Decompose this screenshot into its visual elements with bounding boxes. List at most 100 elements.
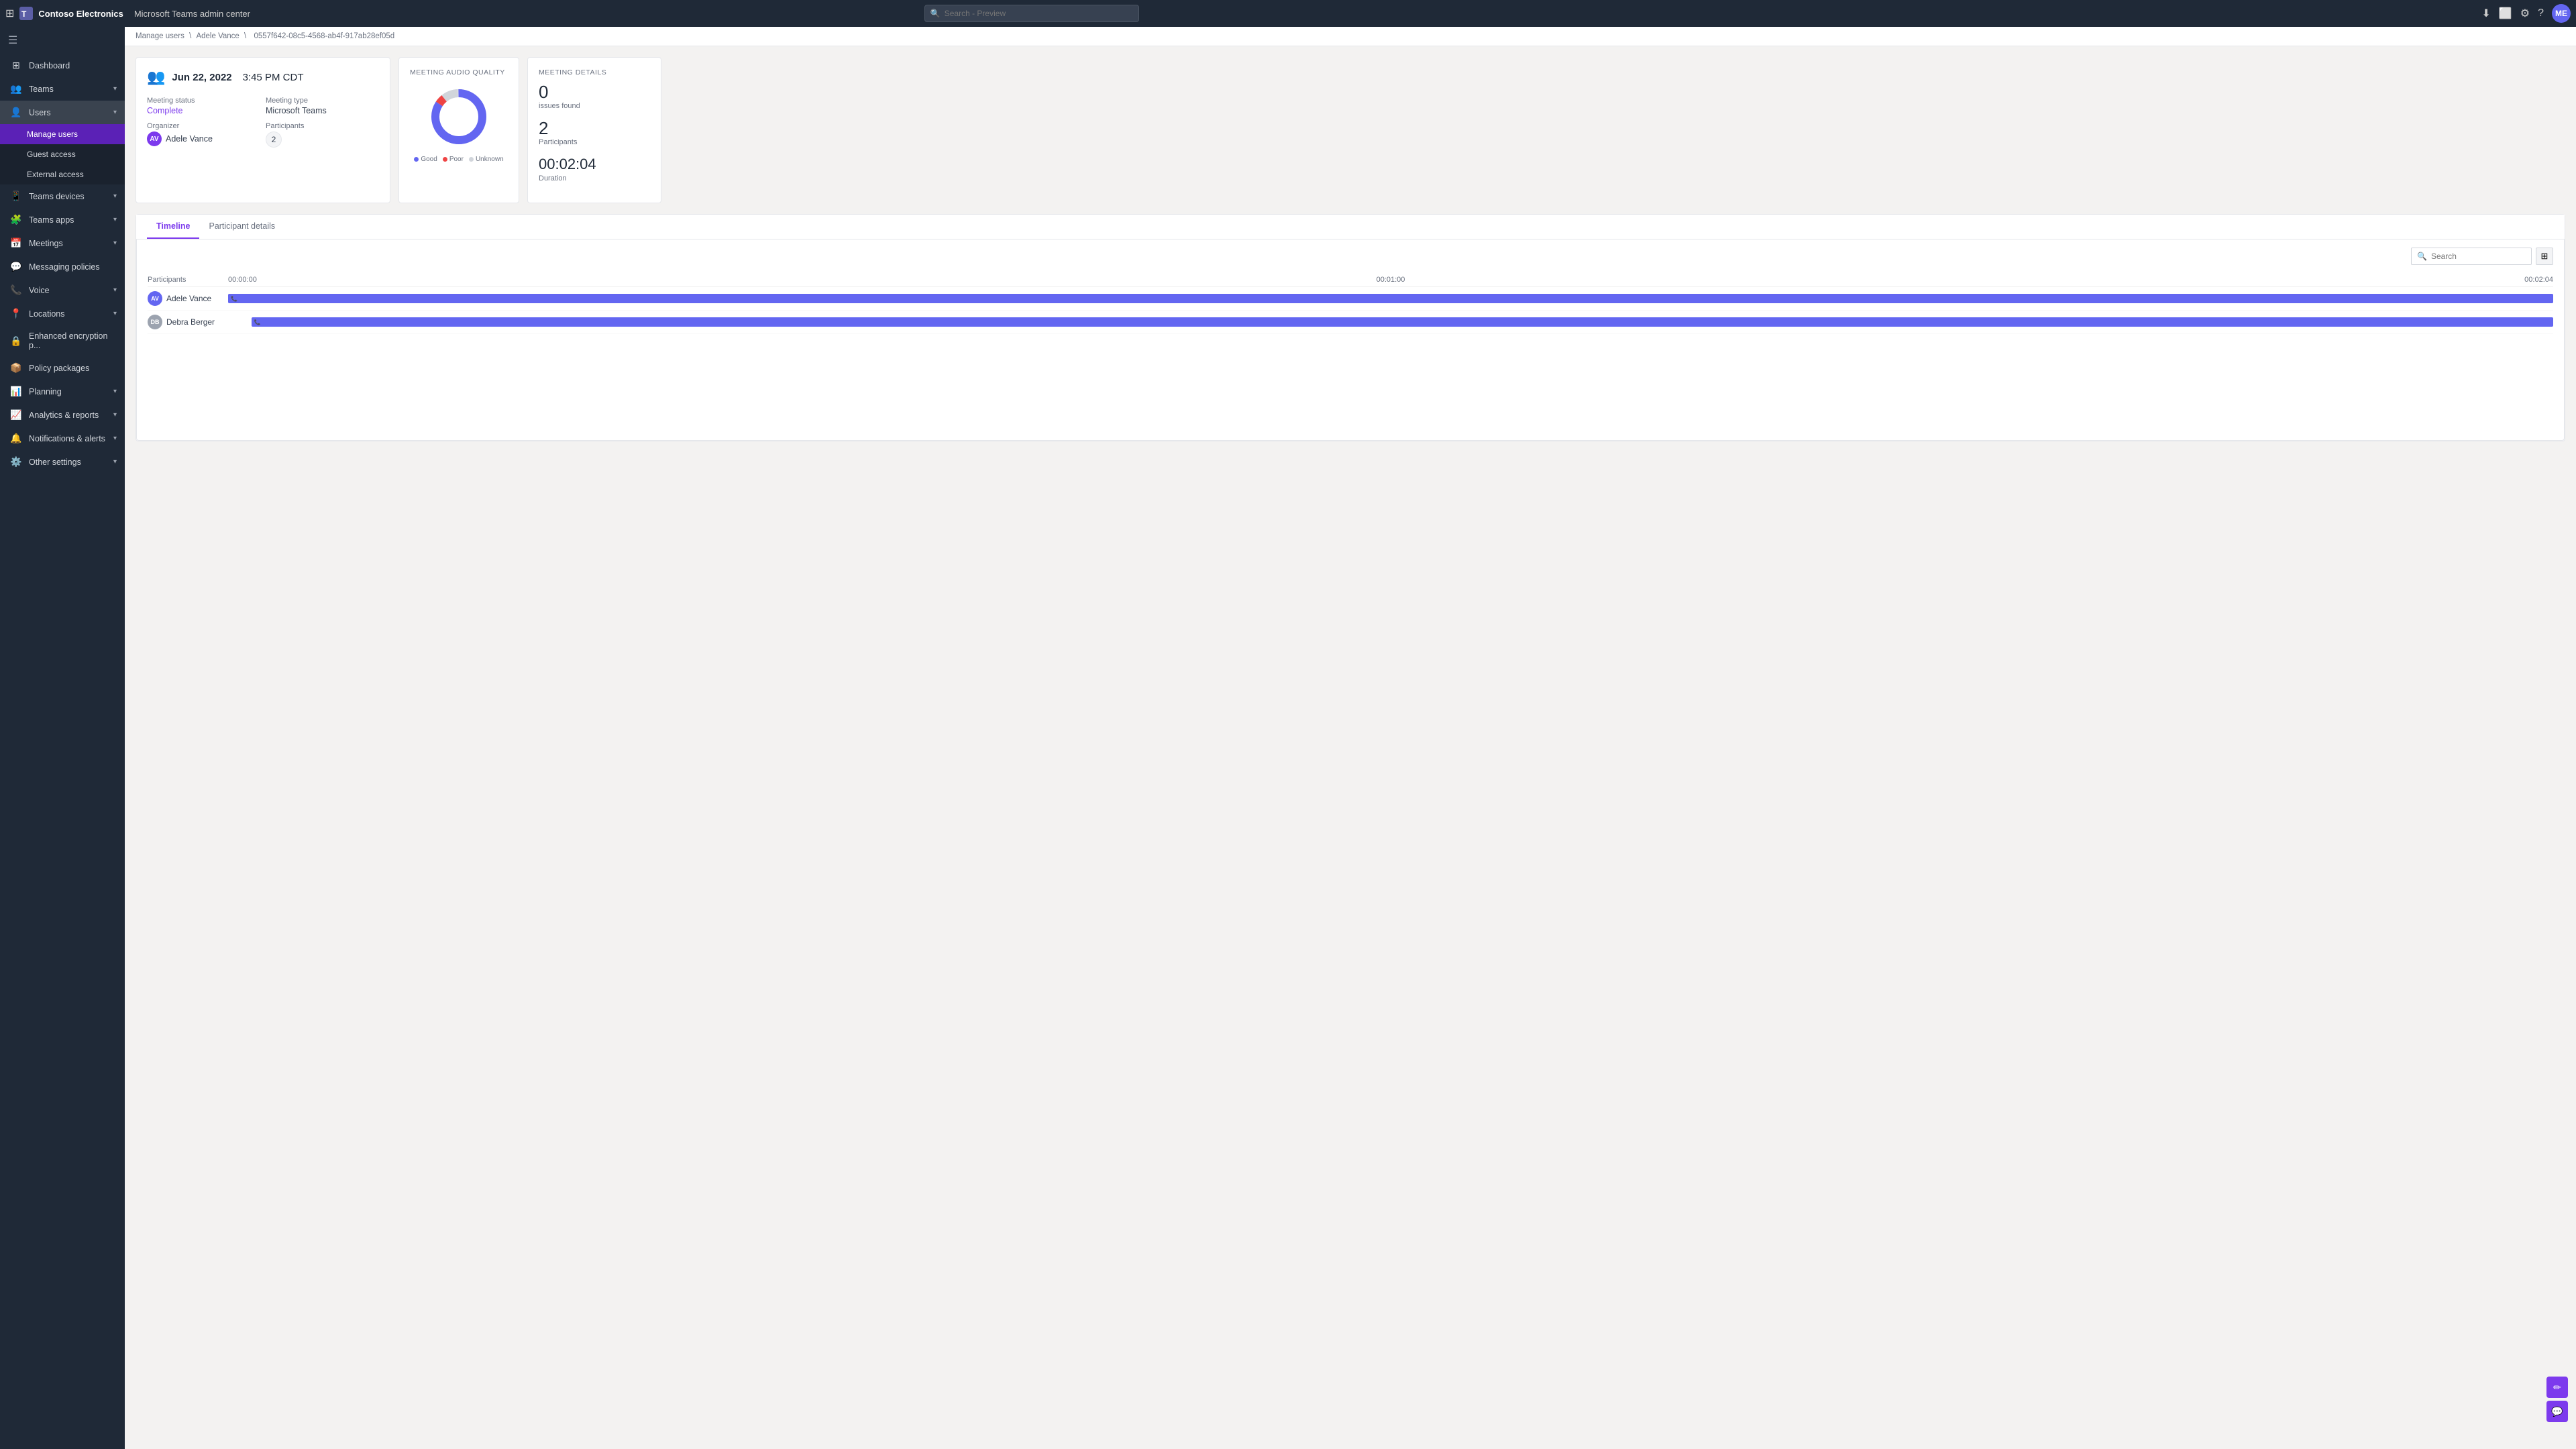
duration-stat: 00:02:04 Duration xyxy=(539,156,650,182)
chevron-down-icon-voice: ▾ xyxy=(113,286,117,294)
meeting-status-field: Meeting status Complete xyxy=(147,97,260,115)
floating-feedback-button[interactable]: ✏ xyxy=(2546,1377,2568,1398)
users-icon: 👤 xyxy=(10,107,22,118)
browser-icon[interactable]: ⬜ xyxy=(2499,7,2512,20)
main-layout: ☰ ⊞ Dashboard 👥 Teams ▾ 👤 Users ▾ Manage… xyxy=(0,27,2576,1449)
organizer-field: Organizer AV Adele Vance xyxy=(147,122,260,148)
avatar[interactable]: ME xyxy=(2552,4,2571,23)
sidebar-label-messaging-policies: Messaging policies xyxy=(29,262,117,272)
name-debra: Debra Berger xyxy=(166,317,215,327)
teams-logo-icon: T xyxy=(19,7,33,20)
sidebar-item-dashboard[interactable]: ⊞ Dashboard xyxy=(0,54,125,77)
sidebar-label-users: Users xyxy=(29,108,107,117)
teams-icon: 👥 xyxy=(10,83,22,95)
participants-label: Participants xyxy=(539,138,650,146)
tick-end: 00:02:04 xyxy=(2524,276,2553,284)
sidebar-label-locations: Locations xyxy=(29,309,107,319)
apps-icon: 🧩 xyxy=(10,214,22,225)
sidebar-label-notifications-alerts: Notifications & alerts xyxy=(29,434,107,443)
timeline-row-adele: AV Adele Vance 📞 xyxy=(148,287,2553,311)
avatar-adele: AV xyxy=(148,291,162,306)
meeting-type-value: Microsoft Teams xyxy=(266,106,379,115)
planning-icon: 📊 xyxy=(10,386,22,397)
breadcrumb-meeting-id: 0557f642-08c5-4568-ab4f-917ab28ef05d xyxy=(254,32,394,40)
chevron-down-icon-locations: ▾ xyxy=(113,310,117,317)
content-area: Manage users \ Adele Vance \ 0557f642-08… xyxy=(125,27,2576,1449)
timeline-search-box[interactable]: 🔍 xyxy=(2411,248,2532,265)
sidebar-item-enhanced-encryption[interactable]: 🔒 Enhanced encryption p... xyxy=(0,325,125,356)
chevron-down-icon-meetings: ▾ xyxy=(113,239,117,247)
timeline-filter-button[interactable]: ⊞ xyxy=(2536,248,2553,265)
sidebar-label-teams-devices: Teams devices xyxy=(29,192,107,201)
bar-adele: 📞 xyxy=(228,294,2553,303)
organizer-avatar: AV xyxy=(147,131,162,146)
sidebar-item-external-access[interactable]: External access xyxy=(0,164,125,184)
sidebar-label-dashboard: Dashboard xyxy=(29,61,117,70)
sidebar-item-locations[interactable]: 📍 Locations ▾ xyxy=(0,302,125,325)
topbar-search-box[interactable]: 🔍 xyxy=(924,5,1139,22)
participants-stat: 2 Participants xyxy=(539,119,650,146)
track-adele: 📞 xyxy=(228,292,2553,305)
sidebar-item-manage-users[interactable]: Manage users xyxy=(0,124,125,144)
sidebar-item-guest-access[interactable]: Guest access xyxy=(0,144,125,164)
sidebar-item-analytics-reports[interactable]: 📈 Analytics & reports ▾ xyxy=(0,403,125,427)
sidebar-item-teams[interactable]: 👥 Teams ▾ xyxy=(0,77,125,101)
settings-icon[interactable]: ⚙ xyxy=(2520,7,2530,20)
dashboard-icon: ⊞ xyxy=(10,60,22,71)
timeline-row-debra: DB Debra Berger 📞 xyxy=(148,311,2553,334)
poor-dot xyxy=(443,157,447,162)
tab-participant-details[interactable]: Participant details xyxy=(199,215,284,239)
sidebar-item-planning[interactable]: 📊 Planning ▾ xyxy=(0,380,125,403)
sidebar-item-meetings[interactable]: 📅 Meetings ▾ xyxy=(0,231,125,255)
bar-debra: 📞 xyxy=(252,317,2553,327)
tab-timeline[interactable]: Timeline xyxy=(147,215,199,239)
breadcrumb-adele-vance[interactable]: Adele Vance xyxy=(196,32,239,40)
breadcrumb-separator-1: \ xyxy=(189,32,193,40)
chevron-down-icon-apps: ▾ xyxy=(113,216,117,223)
locations-icon: 📍 xyxy=(10,308,22,319)
tick-mid: 00:01:00 xyxy=(1377,276,1405,284)
meeting-info-card: 👥 Jun 22, 2022 3:45 PM CDT Meeting statu… xyxy=(136,57,390,203)
sidebar-item-voice[interactable]: 📞 Voice ▾ xyxy=(0,278,125,302)
breadcrumb-manage-users[interactable]: Manage users xyxy=(136,32,184,40)
hamburger-button[interactable]: ☰ xyxy=(0,27,125,54)
bar-icon-adele: 📞 xyxy=(231,296,237,302)
meeting-details-title: MEETING DETAILS xyxy=(539,68,650,76)
unknown-label: Unknown xyxy=(476,156,504,163)
sidebar-item-notifications-alerts[interactable]: 🔔 Notifications & alerts ▾ xyxy=(0,427,125,450)
unknown-dot xyxy=(469,157,474,162)
meeting-type-field: Meeting type Microsoft Teams xyxy=(266,97,379,115)
analytics-icon: 📈 xyxy=(10,409,22,421)
download-icon[interactable]: ⬇ xyxy=(2481,7,2490,20)
chevron-down-icon-other: ▾ xyxy=(113,458,117,466)
svg-text:T: T xyxy=(21,9,27,19)
participants-field: Participants 2 xyxy=(266,122,379,148)
poor-label: Poor xyxy=(449,156,464,163)
sidebar-label-analytics-reports: Analytics & reports xyxy=(29,411,107,420)
timeline-grid: Participants 00:00:00 00:01:00 00:02:04 … xyxy=(148,273,2553,334)
voice-icon: 📞 xyxy=(10,284,22,296)
sidebar-item-users[interactable]: 👤 Users ▾ xyxy=(0,101,125,124)
waffle-icon[interactable]: ⊞ xyxy=(5,7,14,20)
legend-unknown: Unknown xyxy=(469,156,504,163)
sidebar-item-teams-apps[interactable]: 🧩 Teams apps ▾ xyxy=(0,208,125,231)
chevron-down-icon-devices: ▾ xyxy=(113,193,117,200)
sidebar-item-teams-devices[interactable]: 📱 Teams devices ▾ xyxy=(0,184,125,208)
participants-count: 2 xyxy=(539,119,650,137)
timeline-search-input[interactable] xyxy=(2431,252,2526,261)
filter-icon: ⊞ xyxy=(2541,251,2548,262)
participant-debra: DB Debra Berger xyxy=(148,315,228,329)
chevron-down-icon-analytics: ▾ xyxy=(113,411,117,419)
sidebar-item-other-settings[interactable]: ⚙️ Other settings ▾ xyxy=(0,450,125,474)
sidebar: ☰ ⊞ Dashboard 👥 Teams ▾ 👤 Users ▾ Manage… xyxy=(0,27,125,1449)
floating-chat-button[interactable]: 💬 xyxy=(2546,1401,2568,1422)
organizer-name: Adele Vance xyxy=(166,134,213,144)
audio-quality-card: MEETING AUDIO QUALITY xyxy=(398,57,519,203)
help-icon[interactable]: ? xyxy=(2538,7,2544,19)
audio-quality-legend: Good Poor Unknown xyxy=(414,156,503,163)
chevron-up-icon: ▾ xyxy=(113,109,117,116)
sidebar-item-policy-packages[interactable]: 📦 Policy packages xyxy=(0,356,125,380)
sidebar-item-messaging-policies[interactable]: 💬 Messaging policies xyxy=(0,255,125,278)
sidebar-label-other-settings: Other settings xyxy=(29,458,107,467)
search-input[interactable] xyxy=(945,9,1133,18)
